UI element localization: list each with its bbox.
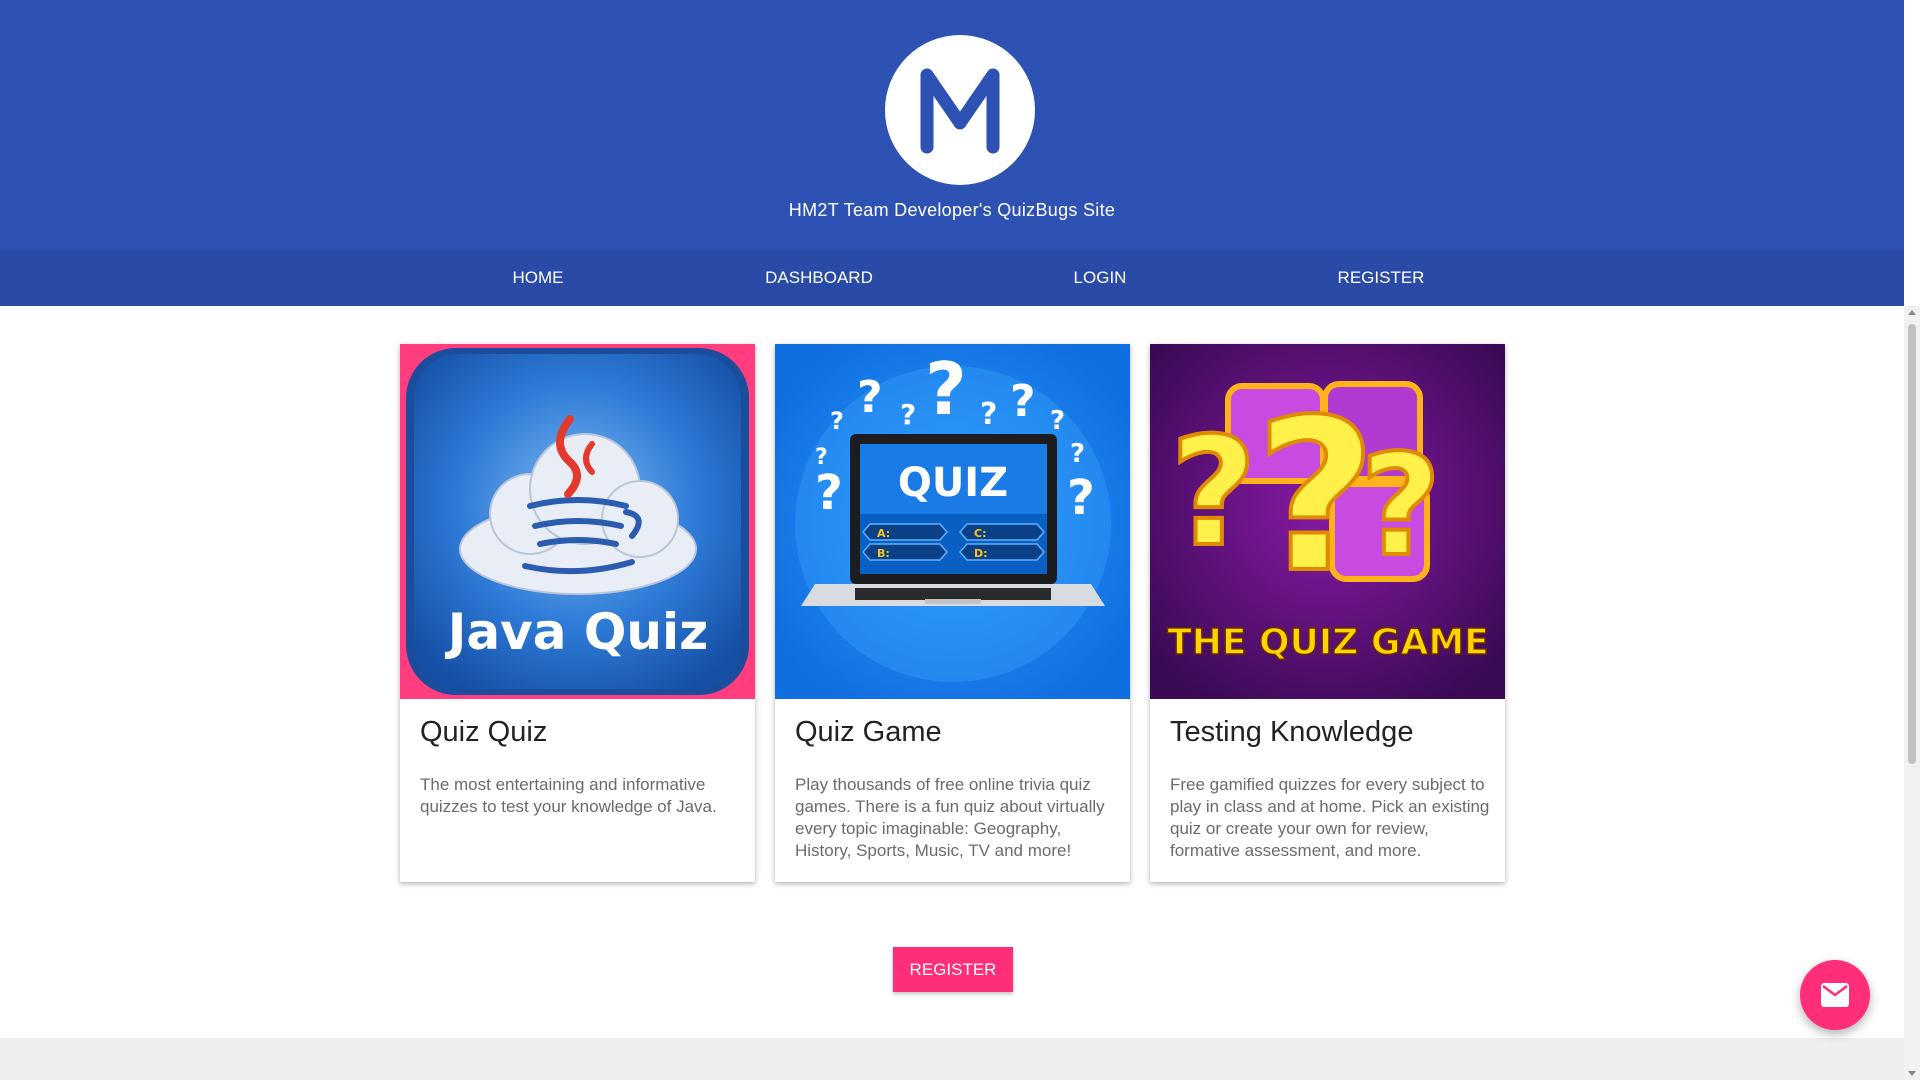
site-header: HM2T Team Developer's QuizBugs Site: [0, 0, 1904, 250]
the-quiz-game-text: THE QUIZ GAME: [1167, 622, 1489, 663]
card-java-quiz[interactable]: Java Quiz Quiz Quiz The most entertainin…: [400, 344, 755, 882]
scroll-up-icon[interactable]: [1908, 310, 1916, 315]
page-scrollbar[interactable]: [1904, 306, 1920, 1080]
site-title: HM2T Team Developer's QuizBugs Site: [788, 200, 1116, 220]
main-nav: HOME DASHBOARD LOGIN REGISTER: [0, 250, 1904, 306]
nav-home[interactable]: HOME: [428, 250, 648, 306]
nav-dashboard[interactable]: DASHBOARD: [709, 250, 929, 306]
quiz-screen-text: QUIZ: [898, 460, 1008, 506]
card-image-quiz-game: ? ? ? ? ? ? ? ? ? ? ? QUIZ A: C: B: D:: [775, 344, 1130, 699]
java-quiz-text: Java Quiz: [445, 603, 708, 661]
mail-icon: [1821, 983, 1849, 1007]
m-logo-icon: [920, 68, 1000, 154]
card-quiz-game[interactable]: ? ? ? ? ? ? ? ? ? ? ? QUIZ A: C: B: D: Q…: [775, 344, 1130, 882]
svg-text:?: ?: [925, 347, 967, 431]
svg-text:?: ?: [1010, 376, 1036, 427]
svg-text:?: ?: [830, 407, 844, 435]
scroll-thumb[interactable]: [1908, 324, 1916, 764]
svg-text:?: ?: [1255, 374, 1377, 619]
scroll-down-icon[interactable]: [1908, 1071, 1916, 1076]
card-title: Quiz Game: [795, 716, 942, 748]
svg-text:?: ?: [980, 397, 997, 432]
svg-text:?: ?: [1360, 425, 1441, 588]
svg-text:D:: D:: [974, 547, 988, 560]
card-testing-knowledge[interactable]: ? ? ? THE QUIZ GAME Testing Knowledge Fr…: [1150, 344, 1505, 882]
svg-text:B:: B:: [877, 547, 890, 560]
card-title: Quiz Quiz: [420, 716, 548, 748]
footer: [0, 1038, 1904, 1080]
nav-register[interactable]: REGISTER: [1271, 250, 1491, 306]
svg-text:?: ?: [815, 465, 843, 521]
svg-text:?: ?: [857, 372, 883, 423]
site-logo[interactable]: [885, 35, 1035, 185]
svg-text:?: ?: [815, 445, 828, 470]
card-image-java-quiz: Java Quiz: [400, 344, 755, 699]
svg-text:?: ?: [1067, 470, 1095, 526]
svg-text:?: ?: [1070, 439, 1085, 469]
card-image-the-quiz-game: ? ? ? THE QUIZ GAME: [1150, 344, 1505, 699]
svg-text:?: ?: [900, 398, 916, 431]
card-title: Testing Knowledge: [1170, 716, 1414, 748]
svg-text:C:: C:: [974, 527, 986, 540]
card-description: Play thousands of free online trivia qui…: [795, 775, 1105, 860]
register-button[interactable]: REGISTER: [893, 947, 1013, 992]
svg-text:?: ?: [1170, 406, 1257, 580]
card-description: Free gamified quizzes for every subject …: [1170, 775, 1490, 860]
svg-text:A:: A:: [877, 527, 890, 540]
svg-text:?: ?: [1050, 406, 1065, 436]
main-content: Java Quiz Quiz Quiz The most entertainin…: [0, 306, 1904, 1038]
nav-login[interactable]: LOGIN: [990, 250, 1210, 306]
card-description: The most entertaining and informative qu…: [420, 775, 717, 816]
contact-fab[interactable]: [1800, 960, 1870, 1030]
